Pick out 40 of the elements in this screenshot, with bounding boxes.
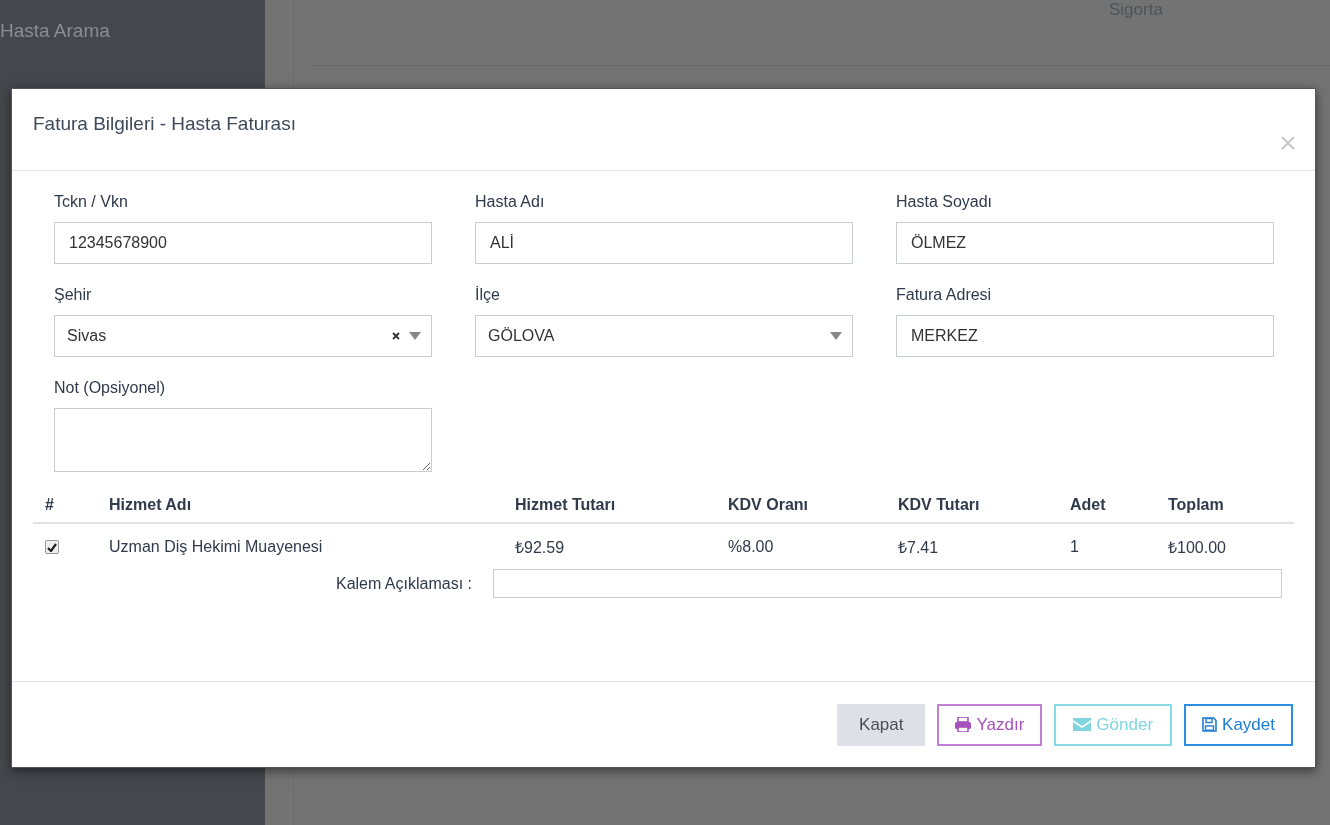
- table-cell-text: ₺92.59: [515, 538, 566, 558]
- column-header: Hizmet Tutarı: [515, 496, 617, 514]
- text-field[interactable]: ALİ: [475, 222, 853, 264]
- envelope-icon: [1073, 718, 1092, 731]
- column-header: #: [45, 496, 55, 514]
- column-header: KDV Oranı: [728, 496, 809, 514]
- dialog-title: Fatura Bilgileri - Hasta Faturası: [33, 113, 296, 135]
- field-label: Tckn / Vkn: [54, 193, 129, 212]
- column-header: Toplam: [1168, 496, 1225, 514]
- field-label: Hasta Adı: [475, 193, 546, 212]
- note-textarea[interactable]: [54, 408, 432, 472]
- table-cell-text: ₺7.41: [898, 538, 940, 558]
- field-label: Not (Opsiyonel): [54, 379, 167, 398]
- dropdown-caret-icon: [409, 332, 421, 340]
- field-label: Hasta Soyadı: [896, 193, 994, 212]
- table-cell-text: ₺100.00: [1168, 538, 1227, 558]
- row-checkbox[interactable]: [45, 540, 59, 554]
- field-label: Fatura Adresi: [896, 286, 993, 305]
- table-cell-text: Uzman Diş Hekimi Muayenesi: [109, 538, 324, 556]
- table-cell-text: 1: [1070, 538, 1080, 556]
- print-button[interactable]: Yazdır: [937, 703, 1043, 746]
- select-field[interactable]: GÖLOVA: [475, 315, 853, 357]
- select-field[interactable]: Sivas: [54, 315, 432, 357]
- field-label: İlçe: [475, 286, 501, 305]
- text-field[interactable]: 12345678900: [54, 222, 432, 264]
- field-label: Şehir: [54, 286, 93, 305]
- column-header: Adet: [1070, 496, 1107, 514]
- save-button[interactable]: Kaydet: [1184, 703, 1293, 746]
- close-icon[interactable]: [1281, 136, 1295, 150]
- clear-icon[interactable]: [392, 332, 400, 340]
- text-field[interactable]: ÖLMEZ: [896, 222, 1274, 264]
- table-cell-text: %8.00: [728, 538, 775, 556]
- column-header: KDV Tutarı: [898, 496, 981, 514]
- field-label: Kalem Açıklaması :: [335, 574, 472, 592]
- dropdown-caret-icon: [830, 332, 842, 340]
- text-field[interactable]: MERKEZ: [896, 315, 1274, 357]
- printer-icon: [955, 717, 972, 732]
- column-header: Hizmet Adı: [109, 496, 193, 514]
- text-field[interactable]: [493, 569, 1282, 598]
- close-button[interactable]: Kapat: [837, 703, 926, 746]
